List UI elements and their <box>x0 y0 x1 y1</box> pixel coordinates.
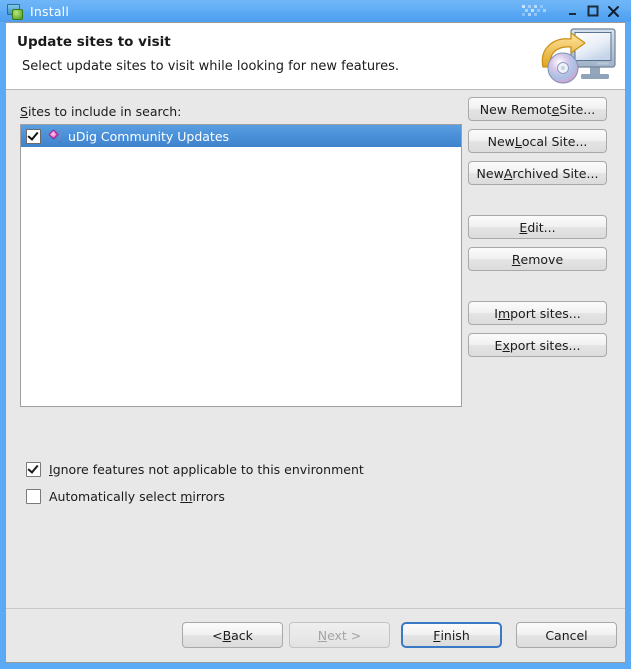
opt-text: Automatically select <box>49 489 181 504</box>
btn-mnemonic: F <box>433 627 441 643</box>
btn-text-post: port sites... <box>509 337 581 353</box>
btn-mnemonic: e <box>551 101 560 117</box>
btn-mnemonic: E <box>519 219 528 235</box>
export-sites-button[interactable]: Ex port sites... <box>468 333 607 357</box>
install-monitor-cd-icon <box>541 28 616 84</box>
btn-text-post: port sites... <box>510 305 581 321</box>
back-button[interactable]: < Back <box>182 622 283 648</box>
cancel-button[interactable]: Cancel <box>516 622 617 648</box>
window-title: Install <box>30 3 70 19</box>
btn-text-post: dit... <box>527 219 556 235</box>
sites-list-label-mnemonic: S <box>20 104 28 119</box>
btn-mnemonic: B <box>222 627 232 643</box>
finish-button[interactable]: Finish <box>401 622 502 648</box>
install-app-icon <box>6 3 23 20</box>
list-item-label: uDig Community Updates <box>68 128 230 144</box>
opt-text-post: irrors <box>192 489 225 504</box>
next-button: Next > <box>289 622 390 648</box>
close-icon <box>607 5 619 17</box>
import-sites-button[interactable]: Im port sites... <box>468 301 607 325</box>
btn-text: E <box>494 337 503 353</box>
remove-button[interactable]: Remove <box>468 247 607 271</box>
maximize-icon <box>587 5 599 17</box>
btn-text-post: inish <box>440 627 470 643</box>
titlebar-grip-decoration <box>522 5 546 16</box>
maximize-button[interactable] <box>583 2 603 20</box>
ignore-features-checkbox[interactable] <box>26 462 41 477</box>
sites-list-label-text: ites to include in search: <box>27 104 182 119</box>
dialog-footer: < Back Next > Finish Cancel <box>6 608 625 662</box>
btn-text: Cancel <box>545 627 588 643</box>
btn-text-post: emove <box>520 251 564 267</box>
site-checkbox[interactable] <box>26 128 41 144</box>
btn-text-post: rchived Site... <box>512 165 599 181</box>
btn-text: New <box>487 133 515 149</box>
opt-text-post: gnore features not applicable to this en… <box>52 462 364 477</box>
btn-mnemonic: m <box>497 305 511 321</box>
edit-button[interactable]: Edit... <box>468 215 607 239</box>
btn-text-post: ext > <box>327 627 362 643</box>
wizard-body: Sites to include in search: uDig Communi… <box>6 91 625 608</box>
sites-list-label: Sites to include in search: <box>20 104 181 119</box>
title-bar[interactable]: Install <box>0 0 631 22</box>
minimize-icon <box>569 13 576 15</box>
auto-select-mirrors-checkbox[interactable] <box>26 489 41 504</box>
btn-text: < <box>212 627 223 643</box>
install-dialog-window: Install Update sites to visit Select upd… <box>0 0 631 669</box>
ignore-features-label: Ignore features not applicable to this e… <box>49 462 364 477</box>
btn-mnemonic: A <box>503 165 513 181</box>
new-archived-site-button[interactable]: New Archived Site... <box>468 161 607 185</box>
update-site-icon <box>48 129 61 143</box>
minimize-button[interactable] <box>563 2 583 20</box>
sites-list[interactable]: uDig Community Updates <box>20 124 462 407</box>
auto-select-mirrors-label: Automatically select mirrors <box>49 489 225 504</box>
btn-mnemonic: L <box>514 133 522 149</box>
btn-mnemonic: x <box>502 337 510 353</box>
btn-mnemonic: N <box>317 627 328 643</box>
ignore-features-checkbox-row[interactable]: Ignore features not applicable to this e… <box>26 462 364 477</box>
list-item[interactable]: uDig Community Updates <box>21 125 461 147</box>
opt-mnemonic: m <box>180 489 193 504</box>
dialog-client-area: Update sites to visit Select update site… <box>5 22 626 663</box>
new-local-site-button[interactable]: New Local Site... <box>468 129 607 153</box>
new-remote-site-button[interactable]: New Remot e Site... <box>468 97 607 121</box>
btn-text: New <box>476 165 504 181</box>
btn-mnemonic: R <box>511 251 521 267</box>
btn-text-post: Site... <box>559 101 596 117</box>
close-button[interactable] <box>603 2 623 20</box>
btn-text-post: ocal Site... <box>521 133 588 149</box>
page-description: Select update sites to visit while looki… <box>22 59 400 74</box>
window-controls <box>563 2 623 20</box>
auto-select-mirrors-checkbox-row[interactable]: Automatically select mirrors <box>26 489 225 504</box>
btn-text: New Remot <box>479 101 552 117</box>
wizard-header: Update sites to visit Select update site… <box>6 23 625 90</box>
btn-text-post: ack <box>231 627 253 643</box>
page-title: Update sites to visit <box>17 34 171 50</box>
